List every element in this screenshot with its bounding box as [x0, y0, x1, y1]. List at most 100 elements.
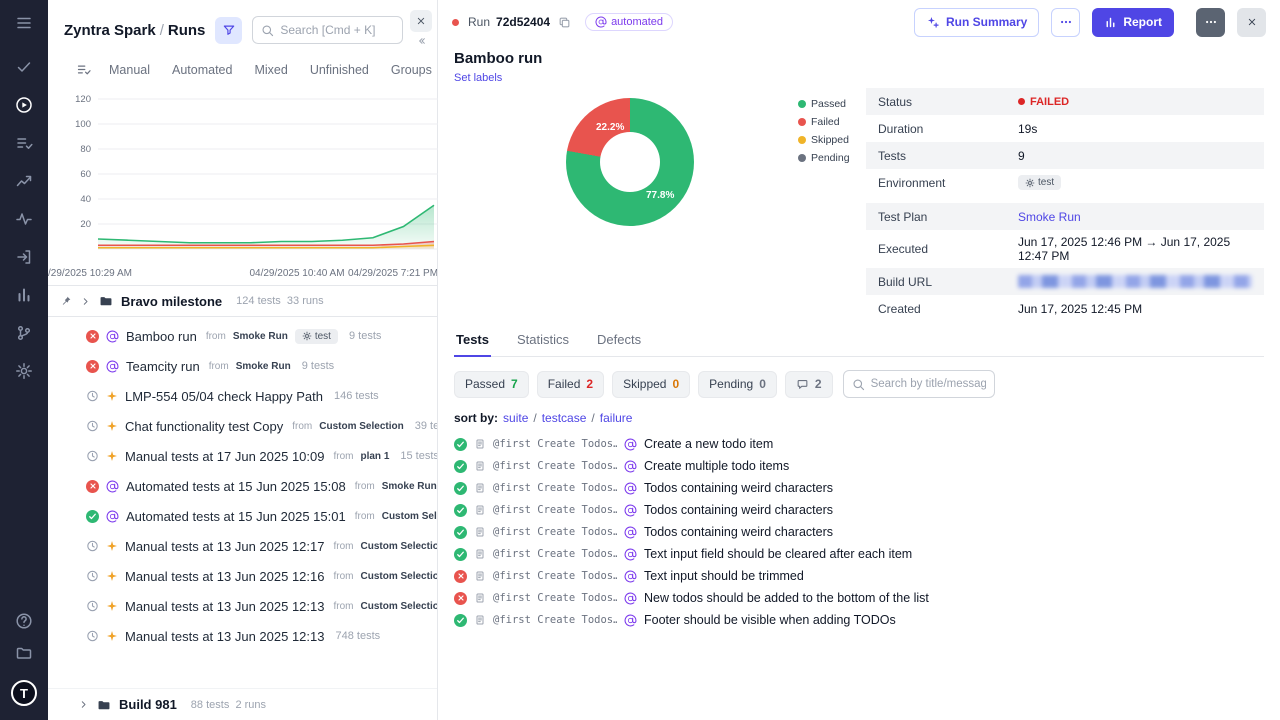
run-row[interactable]: Chat functionality test CopyfromCustom S…	[48, 411, 437, 441]
run-row[interactable]: Manual tests at 13 Jun 2025 12:17fromCus…	[48, 531, 437, 561]
report-button[interactable]: Report	[1092, 8, 1174, 37]
collapse-panel-button[interactable]	[415, 35, 427, 47]
run-row[interactable]: Automated tests at 15 Jun 2025 15:08from…	[48, 471, 437, 501]
branch-icon	[15, 324, 33, 342]
app: T Zyntra Spark/Runs ManualAutomatedMixed…	[0, 0, 1280, 720]
milestone-row[interactable]: Bravo milestone 124 tests 33 runs	[48, 285, 437, 317]
run-row[interactable]: Automated tests at 15 Jun 2025 15:01from…	[48, 501, 437, 531]
test-row[interactable]: @first Create Todos…Todos containing wei…	[454, 499, 1264, 521]
test-title: Todos containing weird characters	[644, 481, 833, 495]
test-row[interactable]: @first Create Todos…Todos containing wei…	[454, 477, 1264, 499]
sidebar-item-help[interactable]	[15, 612, 33, 630]
test-suite: @first Create Todos…	[493, 504, 617, 516]
svg-text:60: 60	[80, 169, 91, 180]
legend-item: Failed	[798, 116, 850, 128]
sidebar-item-pulse[interactable]	[15, 210, 33, 228]
more-options-button[interactable]	[1051, 8, 1080, 37]
copy-run-id-button[interactable]	[558, 16, 571, 29]
runs-tab-unfinished[interactable]: Unfinished	[310, 63, 369, 77]
report-chart-icon	[1104, 16, 1117, 29]
folder-icon	[97, 698, 111, 712]
set-labels-link[interactable]: Set labels	[454, 72, 1264, 84]
test-row[interactable]: @first Create Todos…Text input field sho…	[454, 543, 1264, 565]
close-panel-button[interactable]	[410, 10, 432, 32]
listcheck-icon	[15, 134, 33, 152]
run-name: Automated tests at 15 Jun 2025 15:01	[126, 509, 346, 524]
status-passed-icon	[454, 438, 467, 451]
run-name: Manual tests at 13 Jun 2025 12:13	[125, 629, 324, 644]
test-row[interactable]: @first Create Todos…Text input should be…	[454, 565, 1264, 587]
filter-pending[interactable]: Pending0	[698, 371, 777, 398]
sort-testcase-link[interactable]: testcase	[542, 411, 587, 425]
status-unfinished-icon	[86, 390, 99, 403]
sidebar-item-tasks[interactable]	[15, 58, 33, 76]
sidebar-item-projects[interactable]	[15, 644, 33, 662]
run-source: Smoke Run	[233, 331, 288, 342]
sidebar: T	[0, 0, 48, 720]
menu-button[interactable]	[15, 14, 33, 32]
checklist-icon	[76, 62, 91, 77]
sidebar-nav	[15, 58, 33, 400]
tab-statistics[interactable]: Statistics	[515, 326, 571, 356]
milestone-name: Bravo milestone	[121, 294, 222, 309]
project-name: Zyntra Spark	[64, 22, 156, 39]
filter-comments[interactable]: 2	[785, 371, 833, 398]
test-plan-link[interactable]: Smoke Run	[1018, 210, 1081, 224]
activity-icon	[15, 210, 33, 228]
run-source: Custom Selection	[319, 421, 403, 432]
run-row[interactable]: Manual tests at 17 Jun 2025 10:09frompla…	[48, 441, 437, 471]
test-search-input[interactable]	[871, 378, 986, 390]
run-row[interactable]: Manual tests at 13 Jun 2025 12:16fromCus…	[48, 561, 437, 591]
tab-defects[interactable]: Defects	[595, 326, 643, 356]
manual-icon	[106, 600, 118, 612]
test-row[interactable]: @first Create Todos…Footer should be vis…	[454, 609, 1264, 631]
runs-tab-manual[interactable]: Manual	[109, 63, 150, 77]
runs-tab-mixed[interactable]: Mixed	[254, 63, 287, 77]
run-summary-button[interactable]: Run Summary	[914, 8, 1039, 37]
sidebar-item-test-cases[interactable]	[15, 134, 33, 152]
filter-button[interactable]	[215, 17, 242, 44]
search-input[interactable]	[280, 23, 394, 37]
detail-row-created: CreatedJun 17, 2025 12:45 PM	[866, 295, 1264, 322]
chevron-right-icon[interactable]	[78, 699, 89, 710]
test-row[interactable]: @first Create Todos…New todos should be …	[454, 587, 1264, 609]
run-source: Smoke Run	[236, 361, 291, 372]
runs-tab-automated[interactable]: Automated	[172, 63, 232, 77]
document-icon	[474, 482, 486, 494]
sidebar-item-branches[interactable]	[15, 324, 33, 342]
sidebar-item-analytics[interactable]	[15, 172, 33, 190]
passed-percent-label: 77.8%	[646, 190, 674, 201]
runs-tab-groups[interactable]: Groups	[391, 63, 432, 77]
filter-failed[interactable]: Failed2	[537, 371, 604, 398]
sidebar-item-reports[interactable]	[15, 286, 33, 304]
chevron-right-icon[interactable]	[80, 296, 91, 307]
test-row[interactable]: @first Create Todos…Create a new todo it…	[454, 433, 1264, 455]
run-row[interactable]: Bamboo runfromSmoke Runtest9 tests	[48, 321, 437, 351]
run-source: Custom Selection	[360, 601, 437, 612]
logo-t[interactable]: T	[11, 680, 37, 706]
status-passed-icon	[454, 460, 467, 473]
sidebar-item-import[interactable]	[15, 248, 33, 266]
folder-row[interactable]: Build 981 88 tests 2 runs	[48, 688, 437, 720]
sidebar-item-runs[interactable]	[15, 96, 33, 114]
more-actions-button[interactable]	[1196, 8, 1225, 37]
run-row[interactable]: Teamcity runfromSmoke Run9 tests	[48, 351, 437, 381]
automated-icon	[624, 592, 637, 605]
test-row[interactable]: @first Create Todos…Todos containing wei…	[454, 521, 1264, 543]
run-row[interactable]: Manual tests at 13 Jun 2025 12:13fromCus…	[48, 591, 437, 621]
status-passed-icon	[454, 548, 467, 561]
ellipsis-icon	[1059, 15, 1073, 29]
close-run-button[interactable]	[1237, 8, 1266, 37]
status-failed-icon	[86, 360, 99, 373]
status-failed-icon	[454, 570, 467, 583]
sort-failure-link[interactable]: failure	[600, 411, 633, 425]
tab-tests[interactable]: Tests	[454, 326, 491, 356]
run-row[interactable]: Manual tests at 13 Jun 2025 12:13748 tes…	[48, 621, 437, 651]
run-row[interactable]: LMP-554 05/04 check Happy Path146 tests	[48, 381, 437, 411]
sort-suite-link[interactable]: suite	[503, 411, 528, 425]
folders-icon	[15, 644, 33, 662]
filter-passed[interactable]: Passed7	[454, 371, 529, 398]
sidebar-item-settings[interactable]	[15, 362, 33, 380]
test-row[interactable]: @first Create Todos…Create multiple todo…	[454, 455, 1264, 477]
filter-skipped[interactable]: Skipped0	[612, 371, 690, 398]
